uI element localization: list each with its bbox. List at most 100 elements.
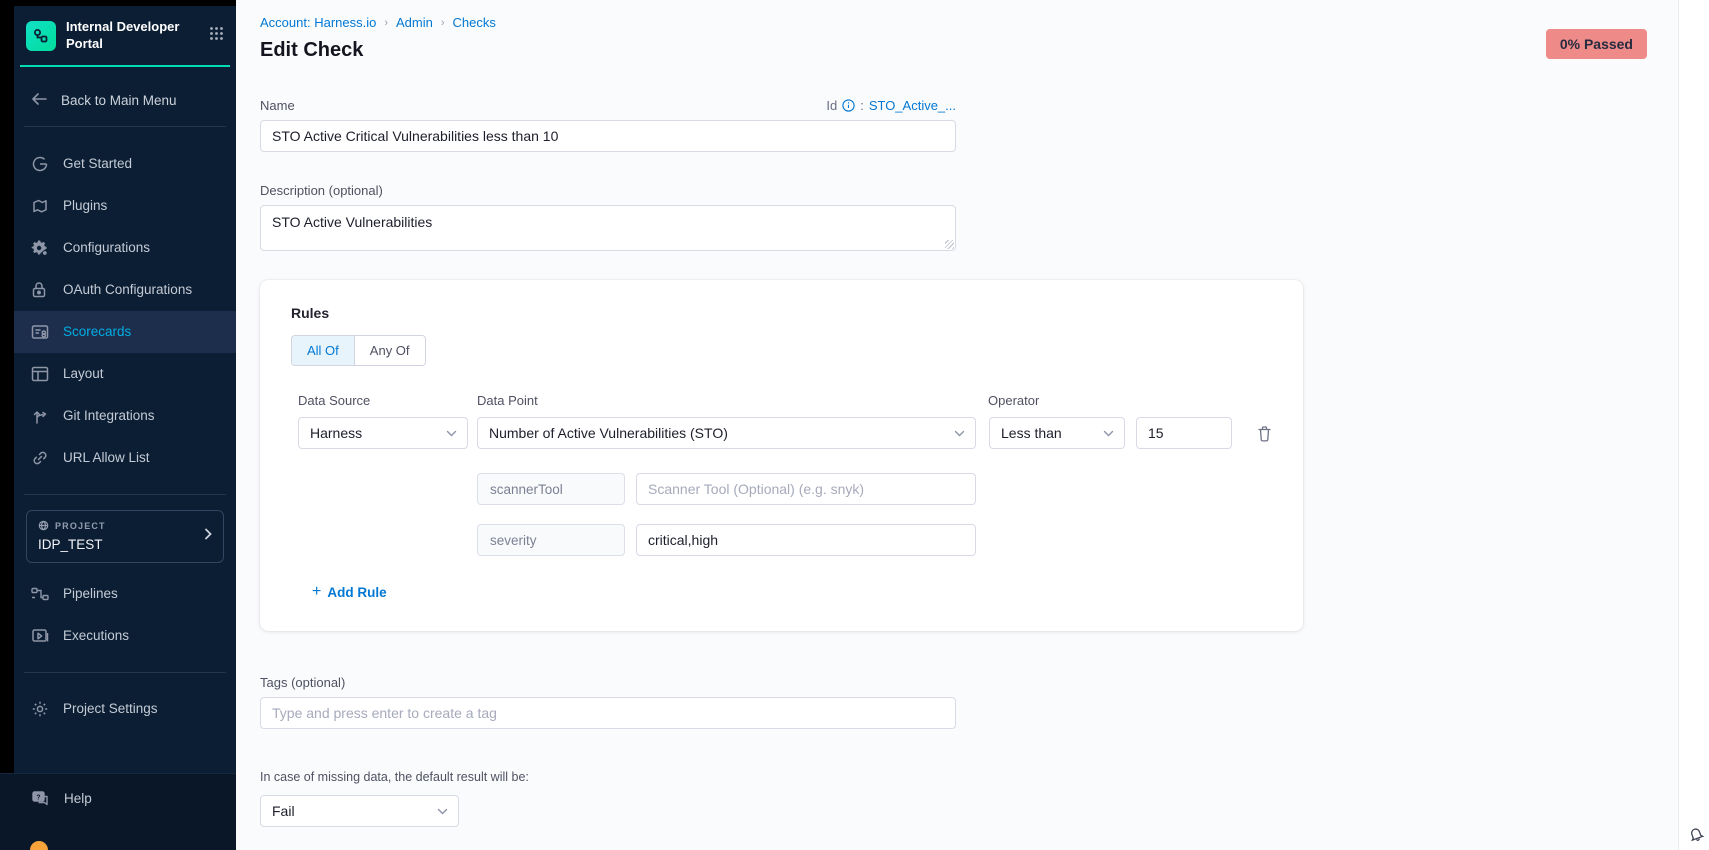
default-result-select[interactable]: Fail xyxy=(260,795,459,827)
sidebar-item-get-started[interactable]: Get Started xyxy=(14,143,236,185)
divider xyxy=(24,494,226,495)
breadcrumb-separator: › xyxy=(384,17,388,29)
data-source-select[interactable]: Harness xyxy=(298,417,468,449)
breadcrumb-account[interactable]: Account: Harness.io xyxy=(260,15,376,30)
data-point-select[interactable]: Number of Active Vulnerabilities (STO) xyxy=(477,417,976,449)
description-input[interactable]: STO Active Vulnerabilities xyxy=(260,205,956,251)
sidebar-item-git-integrations[interactable]: Git Integrations xyxy=(14,395,236,437)
sidebar: Internal Developer Portal Back to Main xyxy=(0,0,236,850)
user-avatar[interactable] xyxy=(30,841,48,850)
info-icon[interactable] xyxy=(842,99,855,112)
notification-bell-icon[interactable] xyxy=(1688,826,1704,847)
gear-icon xyxy=(31,700,49,718)
plus-icon: + xyxy=(312,583,321,601)
arrow-left-icon xyxy=(31,92,48,109)
page-title: Edit Check xyxy=(260,39,1709,62)
data-source-value: Harness xyxy=(310,425,362,441)
sidebar-item-label: Git Integrations xyxy=(63,408,155,423)
threshold-input[interactable] xyxy=(1136,417,1232,449)
back-label: Back to Main Menu xyxy=(61,93,177,108)
name-input[interactable] xyxy=(260,120,956,152)
sidebar-item-label: Configurations xyxy=(63,240,150,255)
sidebar-item-label: URL Allow List xyxy=(63,450,150,465)
sidebar-item-oauth-configurations[interactable]: OAuth Configurations xyxy=(14,269,236,311)
all-of-button[interactable]: All Of xyxy=(292,336,354,365)
sidebar-item-configurations[interactable]: Configurations xyxy=(14,227,236,269)
param-key-severity: severity xyxy=(477,524,625,556)
tags-input[interactable] xyxy=(260,697,956,729)
severity-input[interactable] xyxy=(636,524,976,556)
data-source-label: Data Source xyxy=(298,393,477,408)
chevron-down-icon xyxy=(446,430,457,437)
sidebar-item-label: Help xyxy=(64,791,92,806)
get-started-icon xyxy=(31,155,49,173)
operator-value: Less than xyxy=(1001,425,1062,441)
sidebar-item-label: Project Settings xyxy=(63,701,158,716)
project-selector[interactable]: PROJECT IDP_TEST xyxy=(26,510,224,563)
back-to-main-menu[interactable]: Back to Main Menu xyxy=(14,67,236,126)
id-colon: : xyxy=(860,98,864,113)
project-name: IDP_TEST xyxy=(38,537,212,552)
logo-row: Internal Developer Portal xyxy=(14,6,236,64)
description-section: Description (optional) STO Active Vulner… xyxy=(260,183,956,251)
param-key-scannertool: scannerTool xyxy=(477,473,625,505)
rule-param-row: severity xyxy=(477,524,1275,556)
add-rule-button[interactable]: + Add Rule xyxy=(312,583,387,601)
rule-row-container: Data Source Data Point Operator Harness … xyxy=(298,393,1275,601)
description-label: Description (optional) xyxy=(260,183,956,198)
sidebar-item-label: Executions xyxy=(63,628,129,643)
missing-data-label: In case of missing data, the default res… xyxy=(260,770,529,784)
sidebar-item-help[interactable]: ? Help xyxy=(0,774,236,807)
sidebar-item-executions[interactable]: Executions xyxy=(14,615,236,657)
breadcrumb-checks[interactable]: Checks xyxy=(453,15,496,30)
divider xyxy=(24,672,226,673)
sidebar-item-label: Pipelines xyxy=(63,586,118,601)
chevron-down-icon xyxy=(954,430,965,437)
operator-select[interactable]: Less than xyxy=(989,417,1125,449)
chevron-right-icon xyxy=(204,527,212,545)
sidebar-item-label: Scorecards xyxy=(63,324,131,339)
sidebar-bottom-panel: ? Help xyxy=(0,773,236,850)
help-chat-icon: ? xyxy=(31,790,50,807)
sidebar-item-project-settings[interactable]: Project Settings xyxy=(14,688,236,730)
sidebar-item-plugins[interactable]: Plugins xyxy=(14,185,236,227)
scanner-tool-input[interactable] xyxy=(636,473,976,505)
app-window: Internal Developer Portal Back to Main xyxy=(0,0,1709,850)
sidebar-item-scorecards[interactable]: Scorecards xyxy=(14,311,236,353)
rules-title: Rules xyxy=(291,305,1275,321)
tags-label: Tags (optional) xyxy=(260,675,956,690)
operator-label: Operator xyxy=(988,393,1039,408)
add-rule-label: Add Rule xyxy=(327,585,386,600)
executions-icon xyxy=(31,627,49,645)
svg-text:?: ? xyxy=(36,794,40,801)
sidebar-item-pipelines[interactable]: Pipelines xyxy=(14,573,236,615)
sidebar-item-url-allow-list[interactable]: URL Allow List xyxy=(14,437,236,479)
status-badge: 0% Passed xyxy=(1546,29,1647,59)
rule-match-toggle: All Of Any Of xyxy=(291,335,426,366)
chevron-down-icon xyxy=(1103,430,1114,437)
project-eyebrow-label: PROJECT xyxy=(55,521,106,531)
configurations-icon xyxy=(31,239,49,257)
divider xyxy=(24,126,226,127)
sidebar-nav: Get Started Plugins xyxy=(14,143,236,479)
default-result-value: Fail xyxy=(272,803,295,819)
name-section: Name Id : STO_Active_... xyxy=(260,98,956,152)
project-icon xyxy=(38,520,49,533)
sidebar-item-layout[interactable]: Layout xyxy=(14,353,236,395)
breadcrumb-admin[interactable]: Admin xyxy=(396,15,433,30)
plugins-icon xyxy=(31,197,49,215)
layout-icon xyxy=(31,365,49,383)
missing-data-section: In case of missing data, the default res… xyxy=(260,768,956,827)
data-point-label: Data Point xyxy=(477,393,988,408)
id-label: Id xyxy=(826,98,837,113)
delete-rule-button[interactable] xyxy=(1257,425,1272,442)
apps-grid-icon[interactable] xyxy=(207,24,226,48)
sidebar-item-label: OAuth Configurations xyxy=(63,282,192,297)
name-label: Name xyxy=(260,98,295,113)
project-nav: Pipelines Executions xyxy=(14,573,236,657)
tags-section: Tags (optional) xyxy=(260,675,956,729)
id-value[interactable]: STO_Active_... xyxy=(869,98,956,113)
any-of-button[interactable]: Any Of xyxy=(354,336,425,365)
scrollbar-gutter xyxy=(1678,0,1709,850)
app-title: Internal Developer Portal xyxy=(66,19,197,53)
